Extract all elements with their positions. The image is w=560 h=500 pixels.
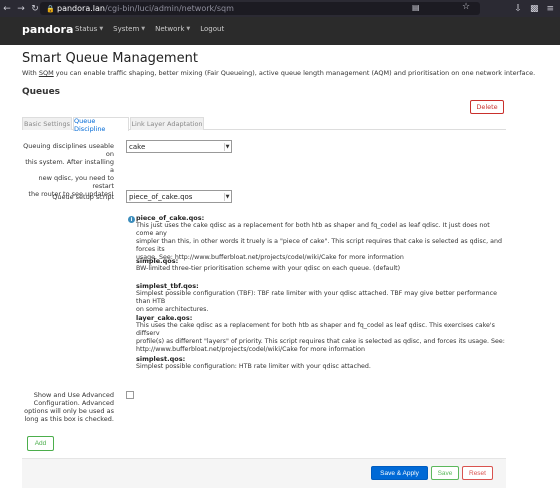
sqm-abbr: SQM (38, 69, 54, 77)
qdisc-label-line: new qdisc, you need to restart (38, 174, 115, 190)
advanced-checkbox[interactable] (126, 391, 134, 399)
bookmark-star-icon[interactable]: ☆ (462, 2, 470, 12)
help-line: This uses the cake qdisc as a replacemen… (136, 322, 495, 337)
desc-rest: you can enable traffic shaping, better m… (53, 69, 536, 77)
help-line: http://www.bufferbloat.net/projects/code… (136, 346, 365, 353)
caret-down-icon: ▼ (186, 26, 191, 32)
advanced-label-line: long as this box is checked. (24, 415, 114, 423)
menu-logout[interactable]: Logout (200, 25, 224, 33)
url-path: /cgi-bin/luci/admin/network/sqm (104, 4, 234, 13)
forward-icon[interactable]: → (14, 0, 28, 17)
script-select[interactable]: piece_of_cake.qos ▼ (126, 190, 232, 203)
help-entry: simple.qos: BW-limited three-tier priori… (136, 257, 506, 273)
help-name: simple.qos: (136, 257, 179, 265)
add-button[interactable]: Add (27, 436, 54, 451)
qdisc-label: Queuing disciplines useable on this syst… (22, 142, 114, 198)
menu-system[interactable]: System ▼ (113, 25, 145, 33)
save-button[interactable]: Save (431, 466, 459, 480)
advanced-label-line: Show and Use Advanced (33, 391, 114, 399)
help-line: BW-limited three-tier prioritisation sch… (136, 265, 401, 272)
lock-icon: 🔒 (46, 4, 55, 13)
page-title: Smart Queue Management (22, 51, 198, 66)
help-name: piece_of_cake.qos: (136, 214, 205, 222)
tab-basic-settings[interactable]: Basic Settings (22, 117, 72, 130)
url-host: pandora.lan (57, 4, 105, 13)
help-entry: layer_cake.qos: This uses the cake qdisc… (136, 314, 506, 354)
help-name: layer_cake.qos: (136, 314, 193, 322)
help-line: on some architectures. (136, 306, 209, 313)
desc-prefix: With (22, 69, 39, 77)
script-select-value: piece_of_cake.qos (129, 192, 193, 201)
info-icon: i (128, 216, 135, 223)
menu-icon[interactable]: ≡ (546, 4, 554, 14)
menu-status[interactable]: Status ▼ (75, 25, 103, 33)
extensions-icon[interactable]: ▩ (530, 4, 539, 14)
delete-button[interactable]: Delete (470, 100, 504, 114)
tab-bar: Basic Settings Queue Discipline Link Lay… (22, 117, 506, 133)
page-description: With SQM you can enable traffic shaping,… (22, 69, 535, 77)
help-entry: piece_of_cake.qos: This just uses the ca… (136, 214, 506, 262)
chevron-down-icon: ▼ (224, 143, 230, 151)
brand[interactable]: pandora (22, 23, 73, 36)
qdisc-select-value: cake (129, 142, 146, 151)
qdisc-select[interactable]: cake ▼ (126, 140, 232, 153)
help-name: simplest_tbf.qos: (136, 282, 199, 290)
menu-system-label: System (113, 25, 140, 33)
save-apply-button[interactable]: Save & Apply (371, 466, 428, 480)
reset-button[interactable]: Reset (462, 466, 493, 480)
qdisc-label-line: this system. After installing a (25, 158, 114, 174)
back-icon[interactable]: ← (0, 0, 14, 17)
help-line: simpler than this, in other words it tru… (136, 238, 502, 253)
tab-queue-discipline[interactable]: Queue Discipline (73, 117, 129, 133)
advanced-label: Show and Use Advanced Configuration. Adv… (22, 391, 114, 423)
caret-down-icon: ▼ (141, 26, 146, 32)
help-line: Simplest possible configuration: HTB rat… (136, 363, 371, 370)
help-entry: simplest.qos: Simplest possible configur… (136, 355, 506, 371)
reader-view-icon[interactable]: ▤ (412, 3, 420, 12)
section-title: Queues (22, 87, 61, 97)
help-line: This just uses the cake qdisc as a repla… (136, 222, 490, 237)
help-line: profile(s) as different "layers" of prio… (136, 338, 505, 345)
menu-network-label: Network (155, 25, 185, 33)
main-menu: Status ▼ System ▼ Network ▼ Logout (75, 25, 224, 33)
advanced-label-line: Configuration. Advanced (33, 399, 114, 407)
menu-network[interactable]: Network ▼ (155, 25, 190, 33)
help-line: Simplest possible configuration (TBF): T… (136, 290, 497, 305)
chevron-down-icon: ▼ (224, 193, 230, 201)
tab-link-layer-adaptation[interactable]: Link Layer Adaptation (130, 117, 204, 130)
menu-status-label: Status (75, 25, 98, 33)
advanced-label-line: options will only be used as (24, 407, 114, 415)
menu-logout-label: Logout (200, 25, 225, 33)
help-name: simplest.qos: (136, 355, 186, 363)
script-label: Queue setup script (52, 193, 114, 201)
caret-down-icon: ▼ (99, 26, 104, 32)
download-icon[interactable]: ⇩ (514, 4, 522, 14)
luci-header: pandora Status ▼ System ▼ Network ▼ Logout (0, 17, 560, 45)
qdisc-label-line: Queuing disciplines useable on (23, 142, 114, 158)
help-entry: simplest_tbf.qos: Simplest possible conf… (136, 282, 506, 314)
